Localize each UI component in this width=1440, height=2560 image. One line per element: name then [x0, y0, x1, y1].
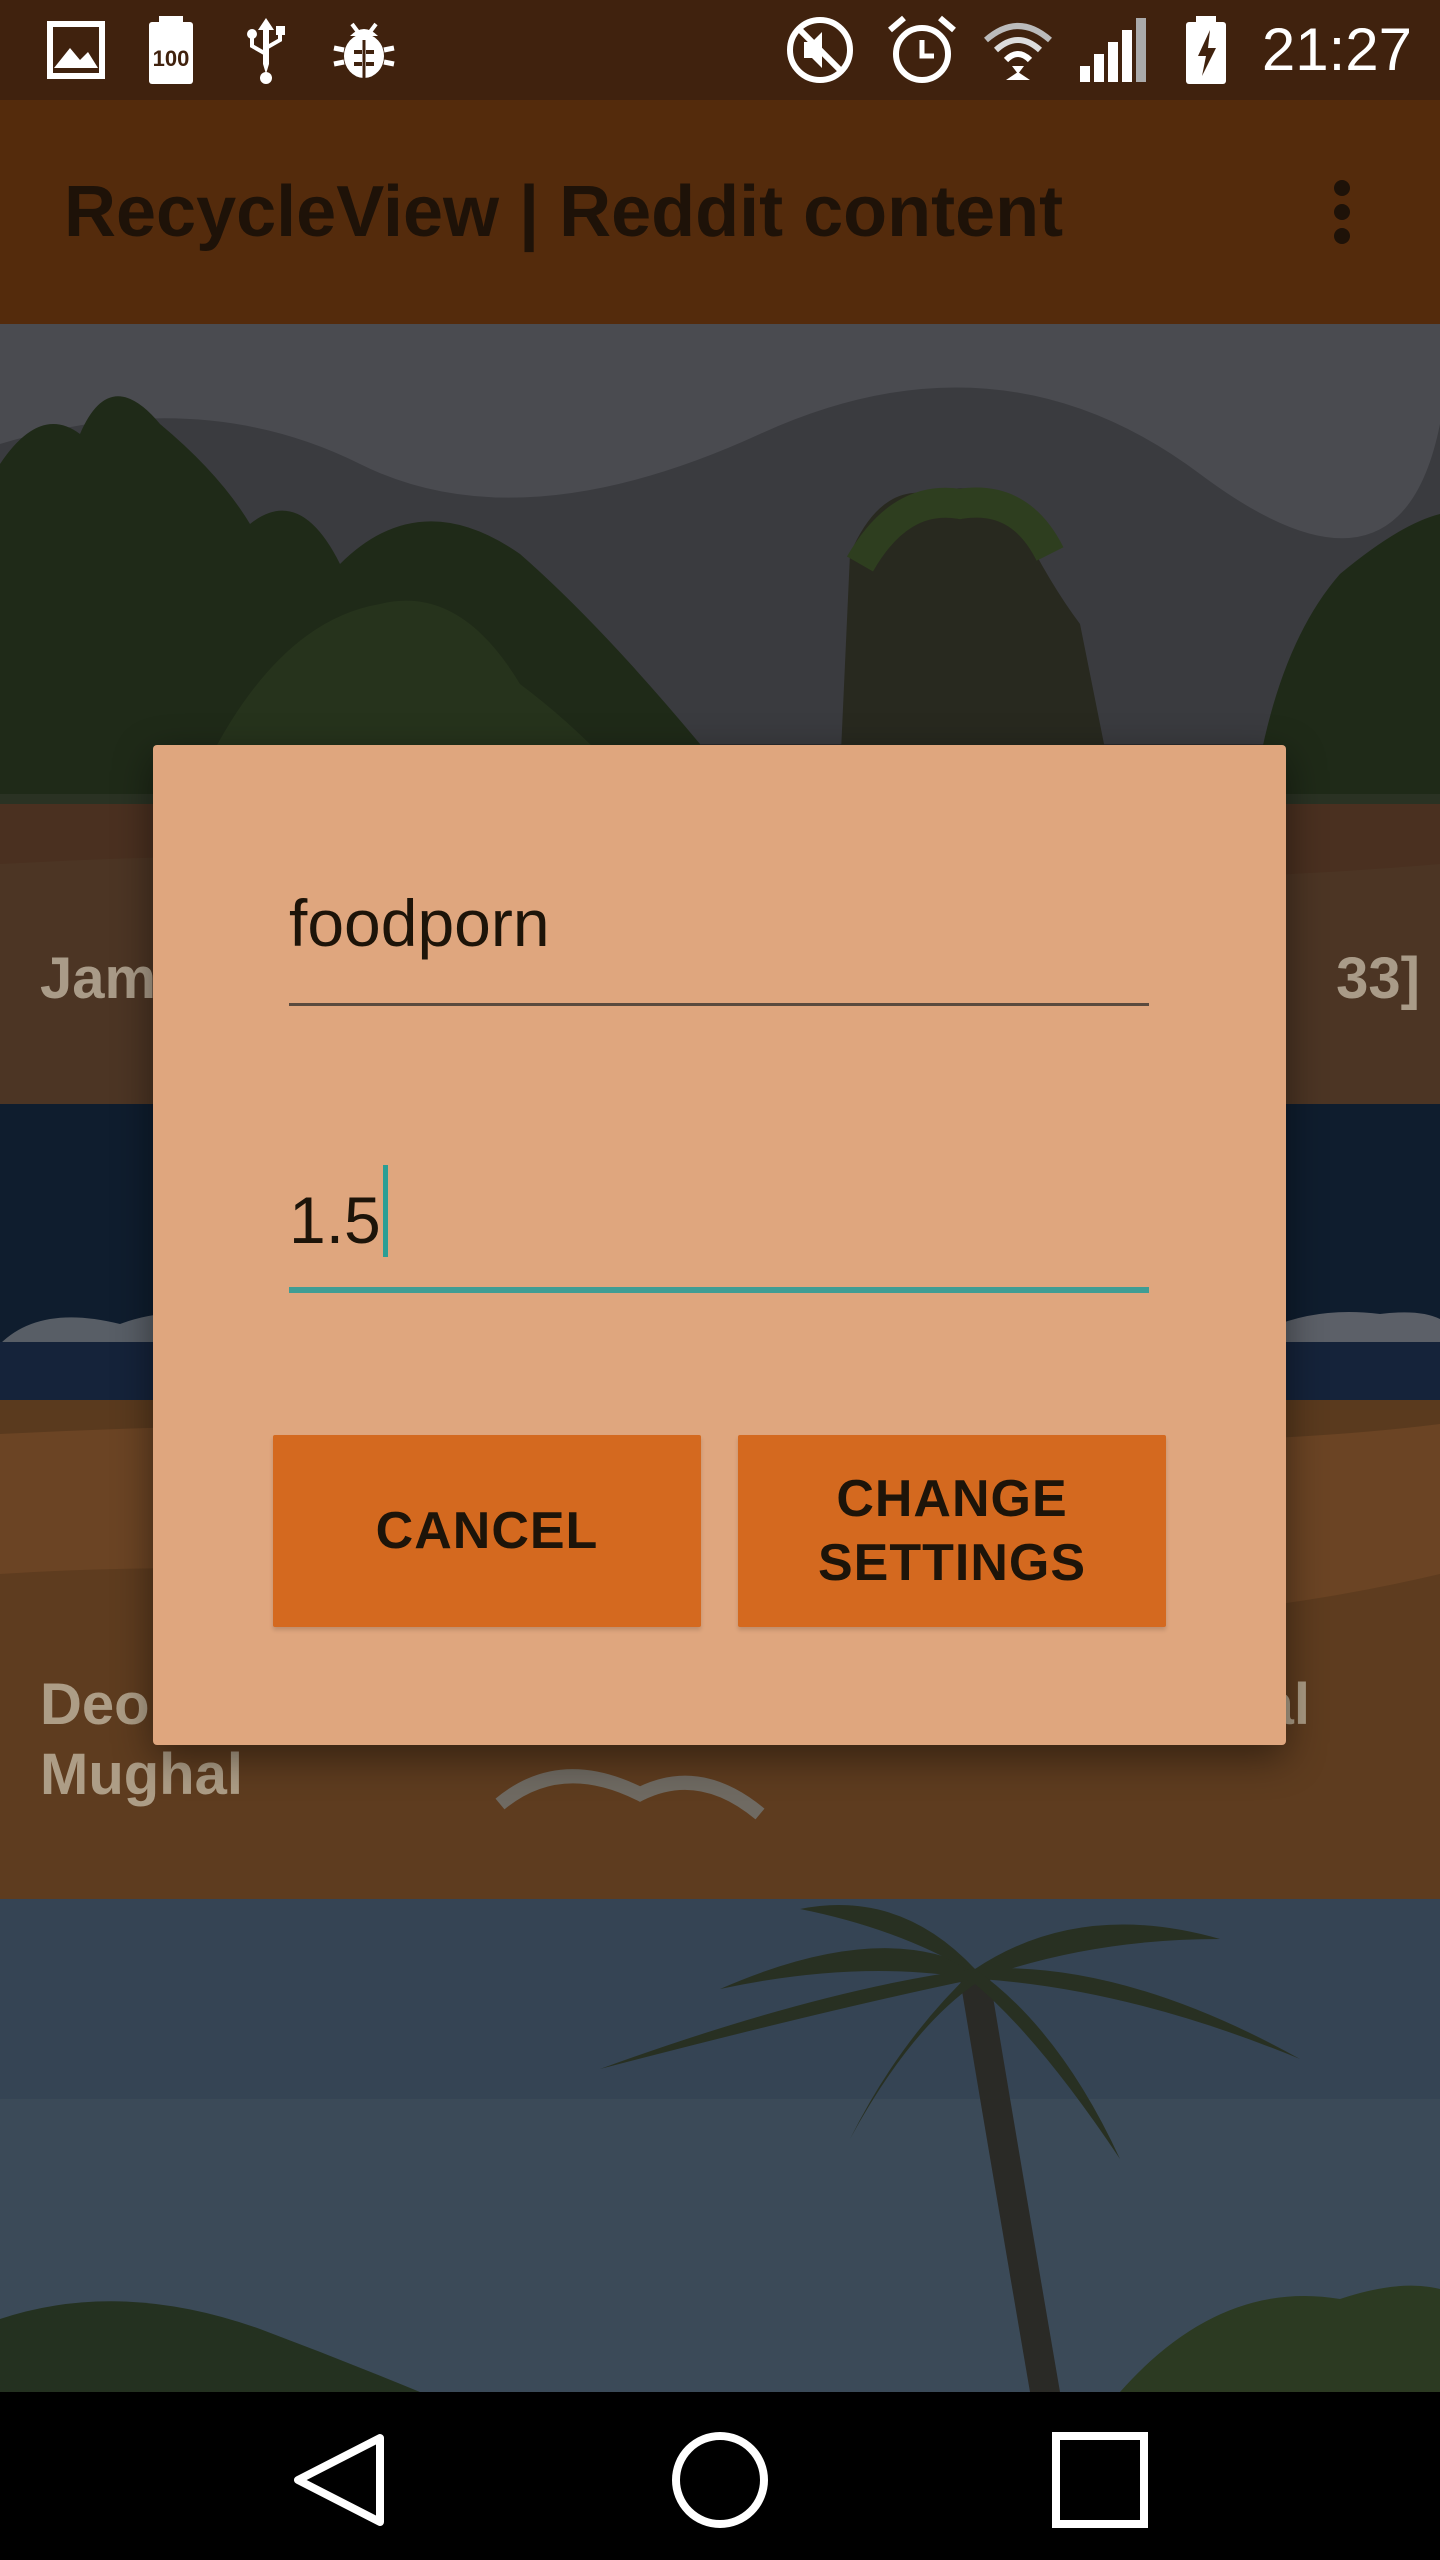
subreddit-input-underline — [289, 1003, 1149, 1006]
battery-charging-icon — [1186, 16, 1226, 84]
usb-icon — [247, 18, 285, 84]
mute-icon — [787, 17, 853, 83]
ratio-input-text-wrap: 1.5 — [289, 1165, 388, 1258]
post-image — [0, 1899, 1440, 2392]
screen: 100 21:27 RecycleView | Reddit content J… — [0, 0, 1440, 2560]
battery-100-icon: 100 — [149, 16, 193, 84]
recents-icon[interactable] — [1040, 2420, 1160, 2540]
change-settings-line2: SETTINGS — [817, 1534, 1087, 1592]
subreddit-input-value: foodporn — [289, 886, 550, 960]
cancel-button-label: CANCEL — [375, 1502, 599, 1560]
ratio-input-underline — [289, 1287, 1149, 1293]
app-bar: RecycleView | Reddit content — [0, 100, 1440, 324]
wifi-icon — [984, 23, 1052, 80]
post-title-line2: Mughal — [40, 1742, 243, 1807]
post-title: Deo — [40, 1672, 150, 1737]
debug-bug-icon — [333, 22, 395, 78]
post-title: Jam — [40, 946, 157, 1011]
navigation-bar — [0, 2392, 1440, 2560]
change-settings-button-label: CHANGE SETTINGS — [818, 1467, 1086, 1595]
status-time: 21:27 — [1261, 16, 1412, 83]
post-card[interactable] — [0, 1899, 1440, 2392]
settings-dialog: foodporn 1.5 CANCEL CHANGE SETTINGS — [153, 745, 1286, 1745]
cancel-button[interactable]: CANCEL — [273, 1435, 701, 1627]
cell-signal-icon — [1080, 18, 1146, 82]
subreddit-input[interactable]: foodporn — [289, 885, 1149, 1006]
ratio-input[interactable]: 1.5 — [289, 1165, 1149, 1293]
alarm-icon — [888, 15, 956, 83]
post-title-end: 33] — [1336, 946, 1420, 1011]
change-settings-line1: CHANGE — [836, 1470, 1068, 1528]
app-title: RecycleView | Reddit content — [64, 172, 1064, 252]
back-icon[interactable] — [280, 2420, 400, 2540]
text-cursor — [382, 1165, 388, 1257]
change-settings-button[interactable]: CHANGE SETTINGS — [738, 1435, 1166, 1627]
image-icon — [47, 21, 105, 79]
ratio-input-value: 1.5 — [289, 1183, 381, 1257]
overflow-menu-button[interactable] — [1292, 162, 1392, 262]
svg-text:100: 100 — [153, 46, 190, 71]
home-icon[interactable] — [660, 2420, 780, 2540]
status-bar: 100 21:27 — [0, 0, 1440, 100]
